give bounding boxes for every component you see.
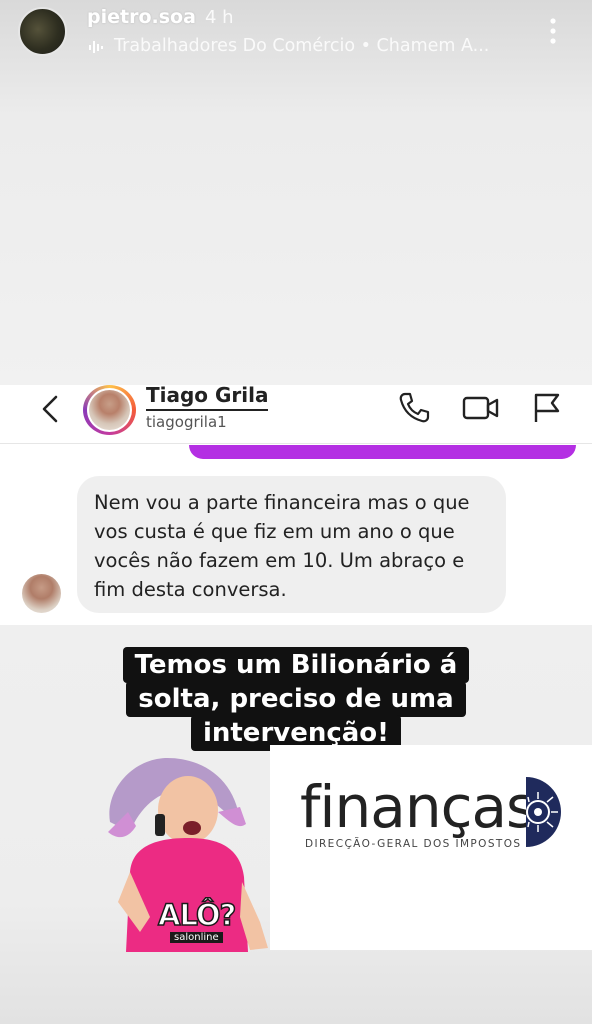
story-music-label[interactable]: Trabalhadores Do Comércio • Chamem A...: [114, 36, 489, 56]
story-caption: Temos um Bilionário á solta, preciso de …: [0, 647, 592, 751]
dm-avatar[interactable]: [83, 385, 136, 435]
dm-avatar-photo: [87, 388, 132, 432]
financas-logo-icon: [526, 777, 561, 847]
financas-subtitle: DIRECÇÃO-GERAL DOS IMPOSTOS: [305, 838, 522, 850]
financas-wordmark: finanças: [300, 773, 536, 841]
dm-name[interactable]: Tiago Grila: [146, 385, 269, 407]
message-avatar[interactable]: [22, 574, 61, 613]
dm-handle: tiagogrila1: [146, 413, 227, 431]
dm-screenshot: Tiago Grila tiagogrila1 Nem vou a parte …: [0, 385, 592, 625]
story-background-top: [0, 0, 592, 385]
more-icon[interactable]: [546, 16, 560, 46]
music-icon: [89, 41, 103, 53]
back-icon[interactable]: [38, 393, 62, 425]
alo-text: ALÔ?: [157, 897, 237, 933]
received-message[interactable]: Nem vou a parte financeira mas o que vos…: [77, 476, 506, 613]
caption-line: solta, preciso de uma: [126, 681, 466, 717]
story-avatar[interactable]: [18, 7, 67, 56]
video-icon[interactable]: [462, 391, 500, 425]
story-time: 4 h: [205, 7, 234, 28]
dm-header: Tiago Grila tiagogrila1: [0, 385, 592, 444]
story-username[interactable]: pietro.soa: [87, 6, 196, 28]
flag-icon[interactable]: [532, 391, 562, 425]
phone-icon[interactable]: [397, 391, 431, 425]
caption-line: Temos um Bilionário á: [122, 647, 470, 683]
dm-name-underline: [146, 409, 268, 411]
salonline-label: salonline: [170, 932, 223, 943]
sent-message-bubble: [189, 445, 576, 459]
